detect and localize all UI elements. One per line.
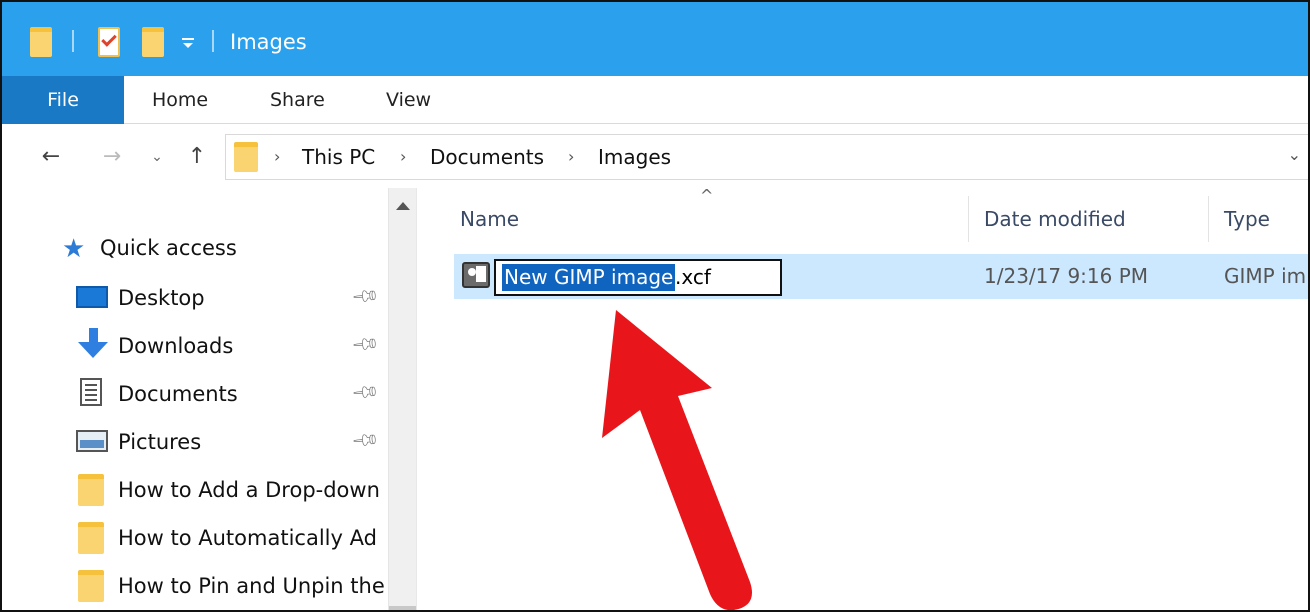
tab-home[interactable]: Home: [152, 76, 208, 124]
rename-selected-text[interactable]: New GIMP image: [502, 264, 676, 291]
folder-icon[interactable]: [30, 27, 52, 57]
sidebar-item-desktop[interactable]: Desktop 📌︎: [2, 276, 388, 320]
new-folder-icon[interactable]: [142, 27, 164, 57]
pictures-icon: [76, 430, 108, 452]
sidebar-item-label: Pictures: [118, 430, 202, 454]
navigation-pane-scrollbar[interactable]: [388, 188, 417, 610]
toolbar-separator: [72, 30, 74, 52]
tab-share[interactable]: Share: [270, 76, 325, 124]
star-icon: ★: [62, 234, 86, 264]
sidebar-item-downloads[interactable]: Downloads 📌︎: [2, 324, 388, 368]
pane-splitter[interactable]: [416, 188, 420, 610]
red-arrow-shape: [602, 310, 752, 610]
folder-icon: [234, 142, 258, 172]
column-header-date-modified[interactable]: Date modified: [984, 206, 1126, 232]
tab-view[interactable]: View: [386, 76, 431, 124]
breadcrumb-this-pc[interactable]: This PC: [302, 143, 375, 171]
sidebar-item-label: How to Pin and Unpin the: [118, 574, 385, 598]
breadcrumb-images[interactable]: Images: [598, 143, 671, 171]
sidebar-item-label: Desktop: [118, 286, 205, 310]
breadcrumb-chevron-icon[interactable]: ›: [568, 143, 574, 171]
breadcrumb-chevron-icon[interactable]: ›: [400, 143, 406, 171]
column-divider[interactable]: [1208, 196, 1209, 242]
sidebar-item-folder[interactable]: How to Add a Drop-down: [2, 468, 388, 512]
column-divider[interactable]: [968, 196, 969, 242]
breadcrumb-documents[interactable]: Documents: [430, 143, 544, 171]
sidebar-item-label: How to Add a Drop-down: [118, 478, 380, 502]
red-arrow-annotation: [602, 310, 752, 610]
downloads-icon: [78, 328, 108, 362]
rename-input[interactable]: New GIMP image .xcf: [494, 259, 782, 296]
address-dropdown-chevron-icon[interactable]: ⌄: [1288, 145, 1301, 164]
properties-icon[interactable]: [98, 27, 120, 57]
file-date-modified: 1/23/17 9:16 PM: [984, 264, 1149, 288]
sidebar-item-pictures[interactable]: Pictures 📌︎: [2, 420, 388, 464]
ribbon: File Home Share View: [2, 76, 1308, 124]
recent-locations-chevron-icon[interactable]: ⌄: [148, 142, 166, 172]
folder-icon: [78, 474, 104, 506]
breadcrumb-chevron-icon[interactable]: ›: [274, 143, 280, 171]
sidebar-item-quick-access[interactable]: Quick access: [100, 234, 237, 262]
customize-dropdown-icon[interactable]: [178, 32, 198, 52]
sidebar-item-folder[interactable]: How to Automatically Ad: [2, 516, 388, 560]
sidebar-item-label: Documents: [118, 382, 238, 406]
address-bar[interactable]: › This PC › Documents › Images ⌄: [225, 134, 1308, 180]
folder-icon: [78, 522, 104, 554]
gimp-file-icon: [462, 262, 490, 288]
scroll-up-arrow-icon[interactable]: [396, 202, 410, 210]
file-explorer-window: Images File Home Share View ← → ⌄ ↑ › Th…: [0, 0, 1310, 612]
sidebar-item-documents[interactable]: Documents 📌︎: [2, 372, 388, 416]
sort-ascending-icon: ^: [700, 186, 714, 205]
forward-arrow-icon[interactable]: →: [98, 142, 126, 172]
title-bar: Images: [2, 2, 1308, 76]
toolbar-separator: [212, 30, 214, 52]
desktop-icon: [76, 286, 108, 308]
documents-icon: [80, 378, 102, 406]
sidebar-item-folder[interactable]: How to Pin and Unpin the: [2, 564, 388, 608]
scrollbar-thumb[interactable]: [389, 606, 417, 610]
sidebar-item-label: Downloads: [118, 334, 234, 358]
column-header-type[interactable]: Type: [1224, 206, 1270, 232]
folder-icon: [78, 570, 104, 602]
window-title: Images: [230, 30, 307, 54]
file-type: GIMP im: [1224, 264, 1307, 288]
column-header-name[interactable]: Name: [460, 206, 519, 232]
back-arrow-icon[interactable]: ←: [36, 142, 66, 172]
tab-file[interactable]: File: [2, 76, 124, 124]
rename-extension-text[interactable]: .xcf: [675, 264, 711, 291]
sidebar-item-label: How to Automatically Ad: [118, 526, 377, 550]
up-arrow-icon[interactable]: ↑: [182, 142, 212, 172]
